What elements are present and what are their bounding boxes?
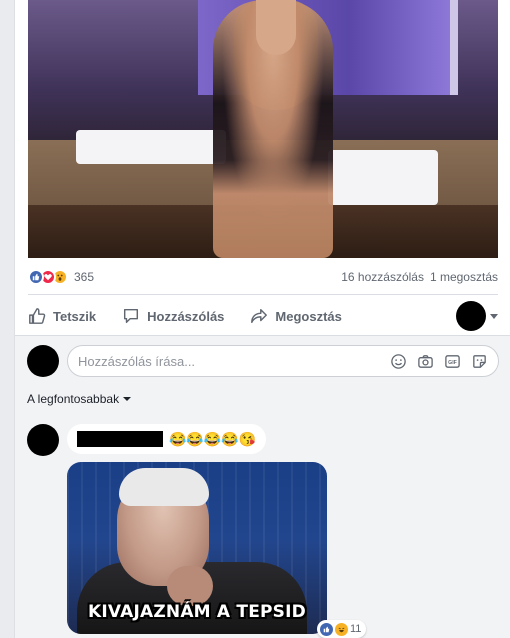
- avatar[interactable]: [27, 424, 59, 456]
- meme-hand: [167, 566, 213, 606]
- composer-tools: GIF: [390, 353, 488, 370]
- share-button[interactable]: Megosztás: [250, 307, 342, 325]
- chevron-down-icon: [490, 313, 498, 319]
- avatar: [27, 345, 59, 377]
- meme-caption: KIVAJAZNÁM A TEPSID: [88, 602, 306, 622]
- comment-bubble: 😂😂😂😂😘: [67, 424, 267, 454]
- comment-sort-dropdown[interactable]: A legfontosabbak: [27, 392, 132, 406]
- camera-icon[interactable]: [417, 353, 434, 370]
- comment-sort-label: A legfontosabbak: [27, 392, 120, 406]
- reaction-summary[interactable]: 365: [28, 269, 94, 285]
- gif-icon[interactable]: GIF: [444, 353, 461, 370]
- sticker-icon[interactable]: [471, 353, 488, 370]
- comment-text: 😂😂😂😂😘: [169, 431, 257, 447]
- meme-hair: [119, 468, 209, 506]
- haha-icon: [335, 622, 348, 636]
- share-arrow-icon: [251, 308, 268, 324]
- comment-composer: GIF: [27, 344, 499, 378]
- comment-input-wrapper[interactable]: GIF: [67, 345, 499, 377]
- thumbs-up-icon: [29, 308, 46, 324]
- speech-bubble-icon: [124, 308, 139, 324]
- redacted-author-name[interactable]: [77, 431, 163, 447]
- like-icon: [320, 622, 333, 636]
- comment-reaction-count: 11: [350, 623, 362, 635]
- photo-face: [256, 0, 296, 55]
- comment-reactions[interactable]: 11: [317, 620, 367, 638]
- post-card: 365 16 hozzászólás 1 megosztás Tetszik H…: [14, 0, 510, 638]
- post-actions: Tetszik Hozzászólás Megosztás: [28, 298, 498, 334]
- emoji-icon[interactable]: [390, 353, 407, 370]
- share-button-label: Megosztás: [275, 308, 342, 324]
- comments-section: GIF A legfontosabbak 😂😂😂😂😘: [15, 335, 510, 638]
- comment-meme-image[interactable]: KIVAJAZNÁM A TEPSID: [67, 462, 327, 634]
- shares-count-link[interactable]: 1 megosztás: [430, 270, 498, 284]
- stats-divider: [28, 294, 498, 295]
- comment-input[interactable]: [78, 353, 390, 369]
- chevron-down-icon: [123, 397, 132, 401]
- avatar: [456, 301, 486, 331]
- comments-count-link[interactable]: 16 hozzászólás: [341, 270, 424, 284]
- like-icon: [28, 269, 44, 285]
- svg-text:GIF: GIF: [448, 359, 457, 365]
- engagement-stats: 16 hozzászólás 1 megosztás: [341, 270, 498, 284]
- reaction-count: 365: [74, 270, 95, 284]
- post-photo[interactable]: [28, 0, 498, 258]
- like-button-label: Tetszik: [53, 308, 97, 324]
- post-stats: 365 16 hozzászólás 1 megosztás: [28, 266, 498, 288]
- comment-button[interactable]: Hozzászólás: [122, 307, 224, 325]
- photo-sink-right: [328, 150, 438, 205]
- identity-selector[interactable]: [456, 301, 498, 331]
- comment-button-label: Hozzászólás: [147, 308, 225, 324]
- like-button[interactable]: Tetszik: [28, 307, 96, 325]
- photo-sink-left: [76, 130, 226, 164]
